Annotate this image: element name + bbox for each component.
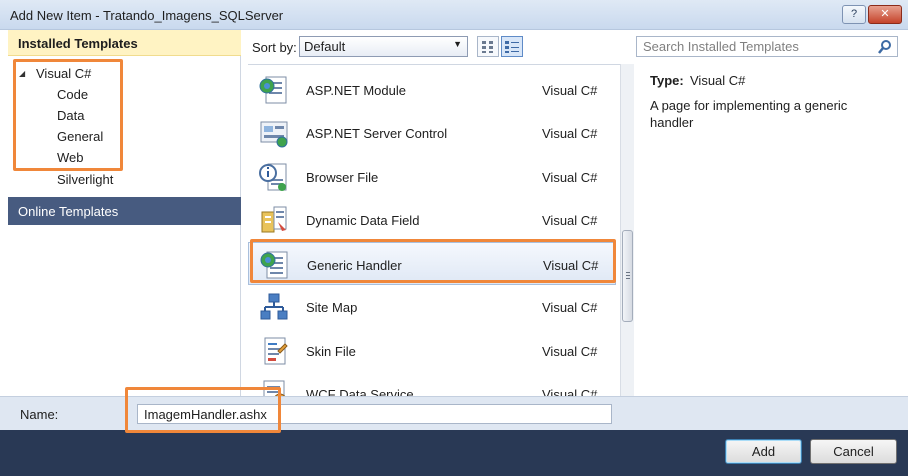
template-name: Browser File [306, 170, 379, 185]
aspnet-module-icon [259, 76, 287, 104]
template-item-aspnet-module[interactable]: ASP.NET Module Visual C# [248, 68, 616, 111]
cancel-button[interactable]: Cancel [810, 439, 897, 464]
template-item-skin-file[interactable]: Skin File Visual C# [248, 329, 616, 372]
template-description: A page for implementing a generic handle… [650, 98, 848, 130]
small-icons-view-button[interactable] [477, 36, 499, 57]
template-item-wcf-data-service[interactable]: WCF Data Service Visual C# [248, 372, 616, 396]
template-language: Visual C# [542, 300, 598, 315]
template-name: Dynamic Data Field [306, 213, 420, 228]
sort-by-select[interactable]: Default ▼ [299, 36, 468, 57]
medium-icons-view-icon [505, 41, 519, 53]
template-name: ASP.NET Module [306, 83, 406, 98]
template-info-panel: Type: Visual C# A page for implementing … [642, 64, 898, 396]
template-language: Visual C# [542, 83, 598, 98]
template-list-scrollbar[interactable] [620, 64, 634, 396]
search-installed-templates-input[interactable]: Search Installed Templates [636, 36, 898, 57]
template-item-browser-file[interactable]: Browser File Visual C# [248, 155, 616, 198]
generic-handler-icon [260, 251, 288, 279]
template-language: Visual C# [542, 170, 598, 185]
small-icons-view-icon [482, 41, 493, 53]
sort-by-value: Default [304, 39, 346, 54]
template-language: Visual C# [542, 126, 598, 141]
title-bar: Add New Item - Tratando_Imagens_SQLServe… [0, 0, 908, 30]
scrollbar-thumb[interactable] [622, 230, 633, 322]
help-button[interactable]: ? [842, 5, 866, 24]
name-input[interactable]: ImagemHandler.ashx [137, 404, 612, 424]
template-item-generic-handler[interactable]: Generic Handler Visual C# [248, 242, 616, 285]
tree-item-visual-csharp[interactable]: Visual C# [36, 64, 91, 84]
template-item-dynamic-data-field[interactable]: Dynamic Data Field Visual C# [248, 198, 616, 241]
tree-item-silverlight[interactable]: Silverlight [57, 170, 113, 190]
template-name: ASP.NET Server Control [306, 126, 448, 141]
type-value: Visual C# [690, 73, 746, 88]
tree-item-code[interactable]: Code [57, 85, 88, 105]
template-item-aspnet-server-control[interactable]: ASP.NET Server Control Visual C# [248, 111, 616, 154]
tree-item-data[interactable]: Data [57, 106, 84, 126]
search-icon[interactable] [877, 39, 893, 55]
site-map-icon [260, 293, 288, 320]
tree-item-general[interactable]: General [57, 127, 103, 147]
template-name: WCF Data Service [306, 387, 414, 396]
close-button[interactable]: ✕ [868, 5, 902, 24]
template-language: Visual C# [542, 344, 598, 359]
template-name: Generic Handler [307, 258, 402, 273]
template-name: Site Map [306, 300, 358, 315]
tree-item-web[interactable]: Web [57, 148, 84, 168]
online-templates-header[interactable]: Online Templates [8, 197, 241, 225]
skin-file-icon [264, 337, 288, 365]
template-item-site-map[interactable]: Site Map Visual C# [248, 285, 616, 328]
installed-templates-header[interactable]: Installed Templates [8, 30, 241, 56]
template-language: Visual C# [542, 213, 598, 228]
medium-icons-view-button[interactable] [501, 36, 523, 57]
sort-by-label: Sort by: [252, 40, 297, 55]
template-language: Visual C# [542, 387, 598, 396]
dialog-button-bar: Add Cancel [0, 430, 908, 476]
add-button[interactable]: Add [725, 439, 802, 464]
template-name: Skin File [306, 344, 356, 359]
dropdown-arrow-icon: ▼ [453, 39, 462, 49]
wcf-data-service-icon [263, 380, 286, 396]
window-title: Add New Item - Tratando_Imagens_SQLServe… [10, 8, 284, 23]
search-placeholder: Search Installed Templates [643, 39, 799, 54]
name-label: Name: [20, 407, 59, 422]
template-list: ASP.NET Module Visual C# ASP.NET Server … [248, 64, 634, 396]
browser-file-icon [259, 163, 287, 191]
dynamic-data-field-icon [261, 206, 287, 233]
template-categories-panel: Installed Templates ◢ Visual C# Code Dat… [8, 30, 241, 396]
expanded-triangle-icon[interactable]: ◢ [19, 69, 25, 78]
template-language: Visual C# [543, 258, 599, 273]
type-label: Type: [650, 73, 684, 88]
name-row: Name: ImagemHandler.ashx [0, 396, 908, 430]
server-control-icon [260, 121, 288, 148]
